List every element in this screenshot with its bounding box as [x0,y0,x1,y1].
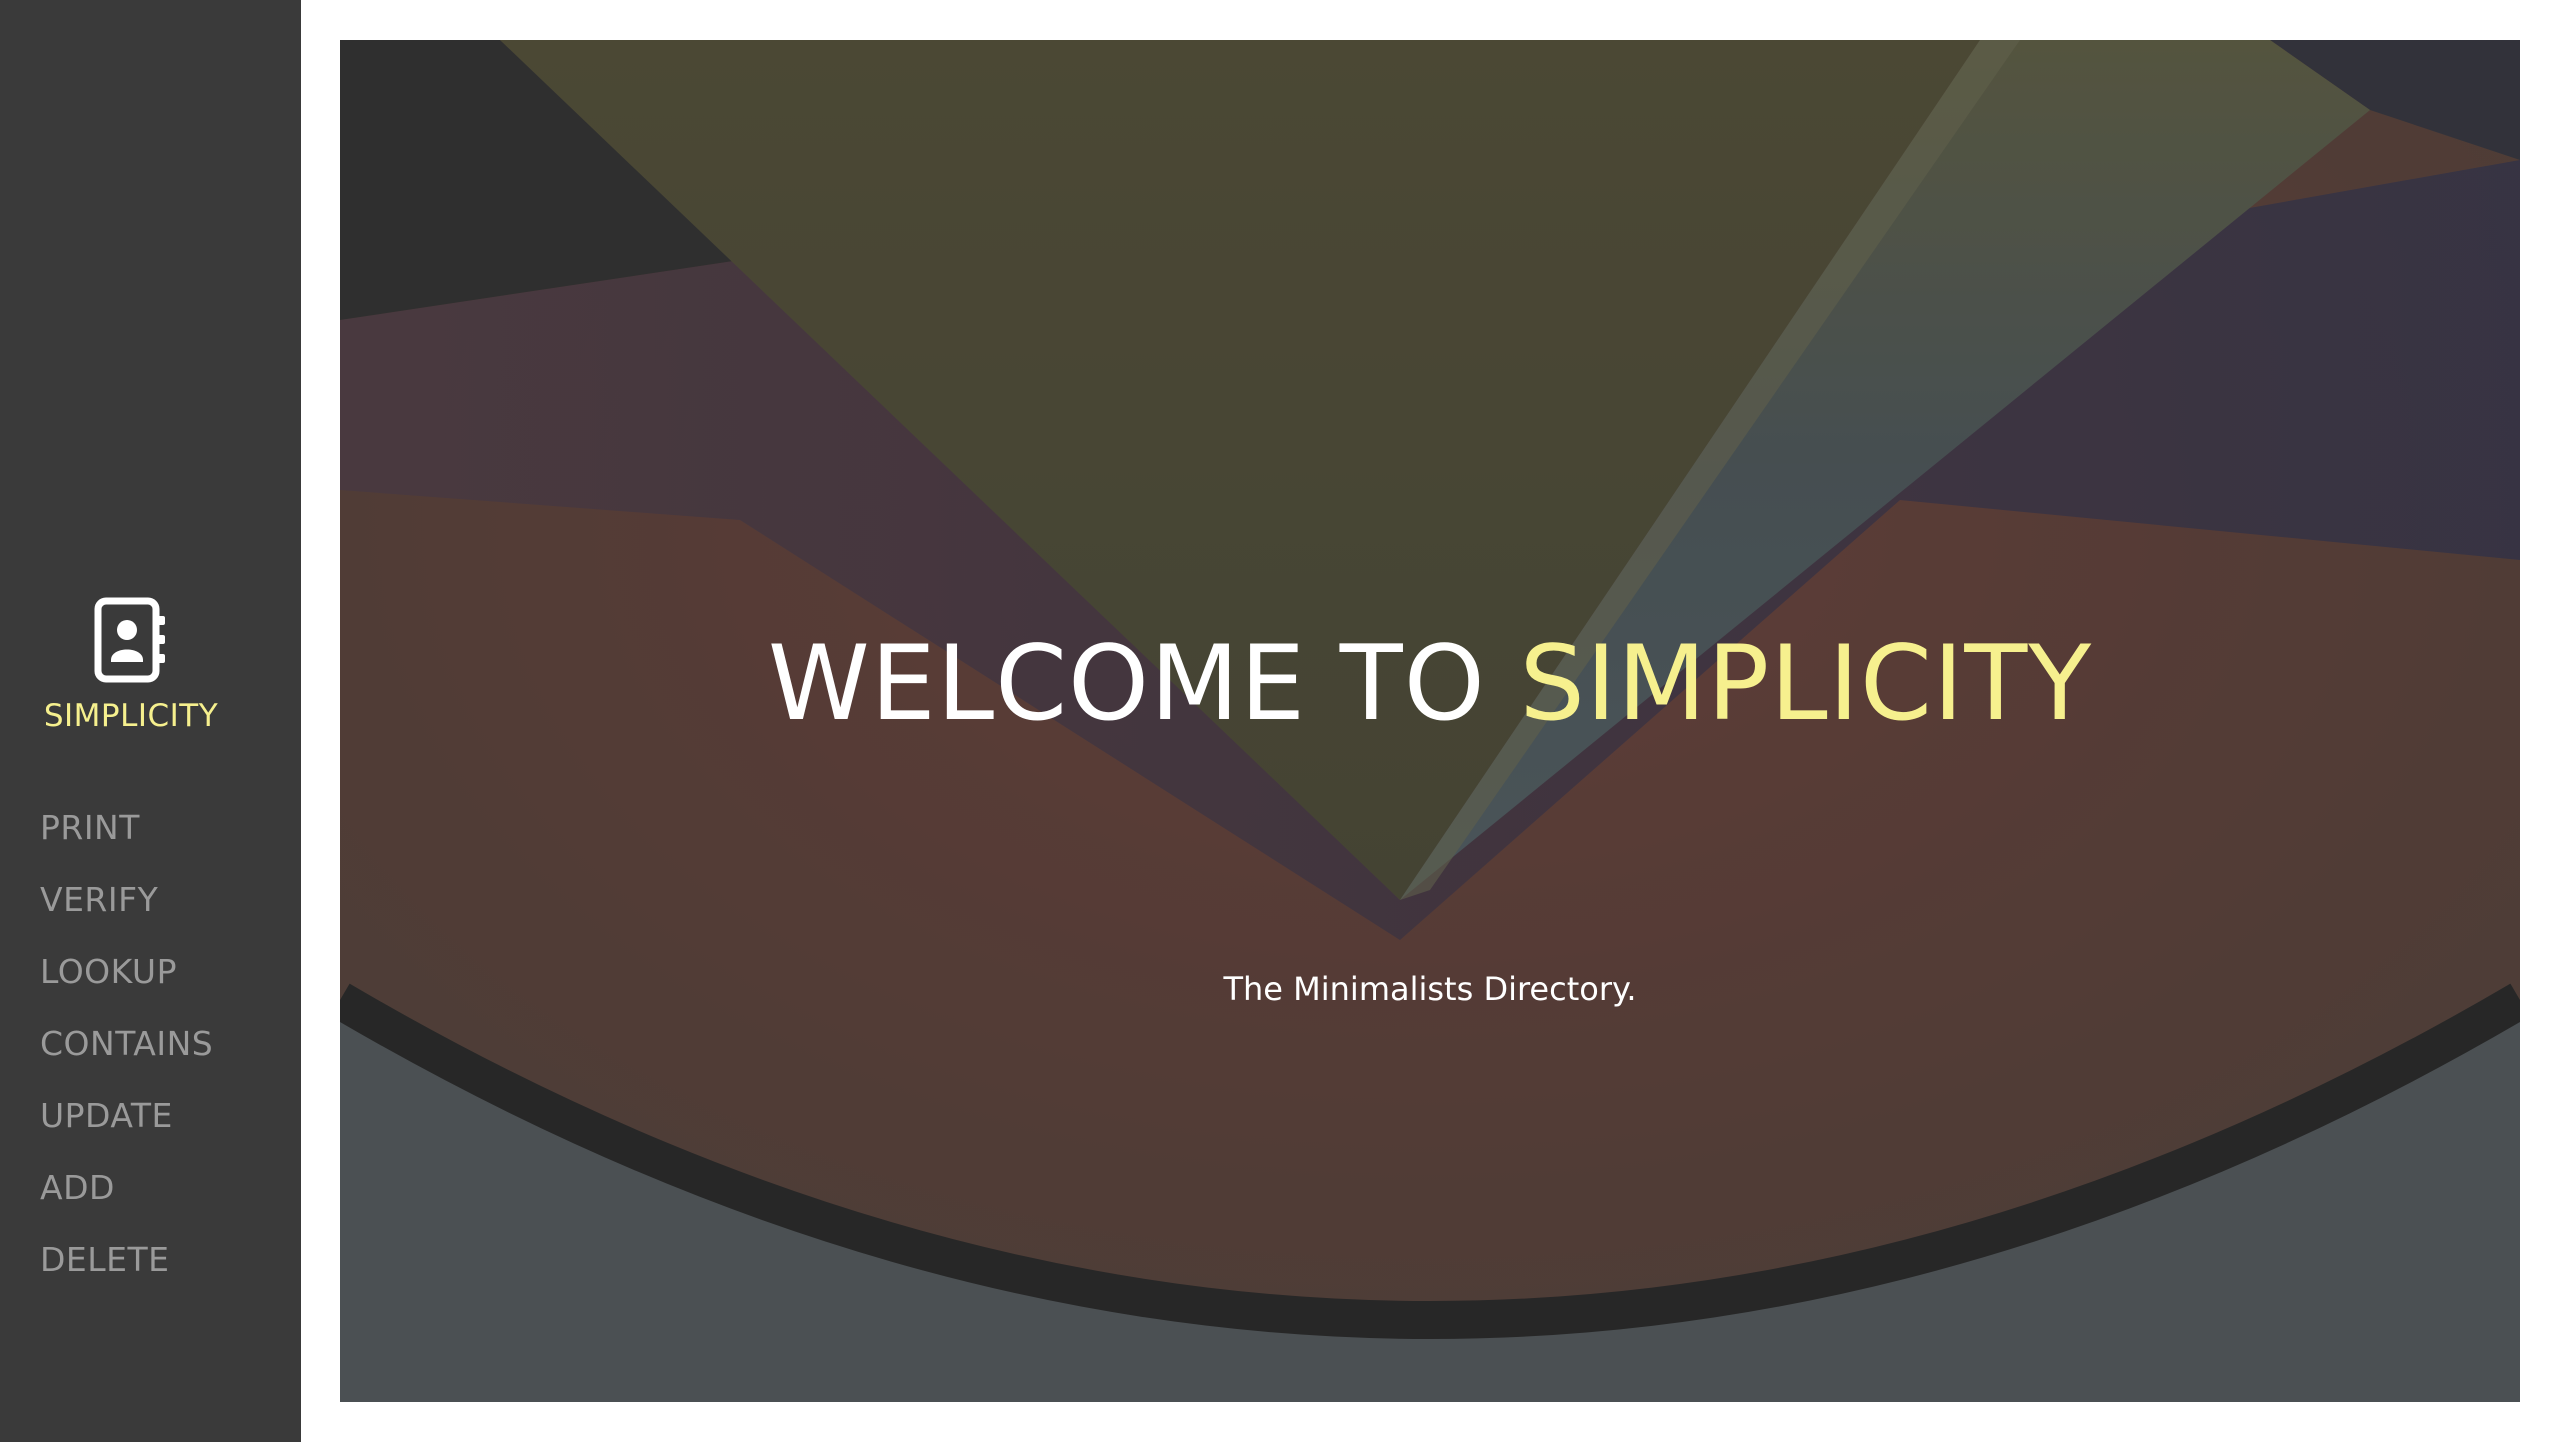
nav-item-lookup[interactable]: LOOKUP [40,944,213,1016]
nav-item-print[interactable]: PRINT [40,800,213,872]
nav-item-update[interactable]: UPDATE [40,1088,213,1160]
hero-banner: WELCOME TO SIMPLICITY The Minimalists Di… [340,40,2520,1402]
hero-title-highlight: SIMPLICITY [1519,624,2093,744]
brand-label: SIMPLICITY [43,698,219,734]
hero-subtitle: The Minimalists Directory. [1223,970,1637,1008]
sidebar-nav: PRINT VERIFY LOOKUP CONTAINS UPDATE ADD … [40,800,213,1304]
brand[interactable]: SIMPLICITY [0,596,262,734]
hero-title: WELCOME TO SIMPLICITY [340,623,2520,747]
nav-item-add[interactable]: ADD [40,1160,213,1232]
sidebar: SIMPLICITY PRINT VERIFY LOOKUP CONTAINS … [0,0,301,1442]
address-book-icon [94,597,165,683]
nav-item-contains[interactable]: CONTAINS [40,1016,213,1088]
nav-item-delete[interactable]: DELETE [40,1232,213,1304]
hero-title-prefix: WELCOME TO [767,624,1520,744]
nav-item-verify[interactable]: VERIFY [40,872,213,944]
